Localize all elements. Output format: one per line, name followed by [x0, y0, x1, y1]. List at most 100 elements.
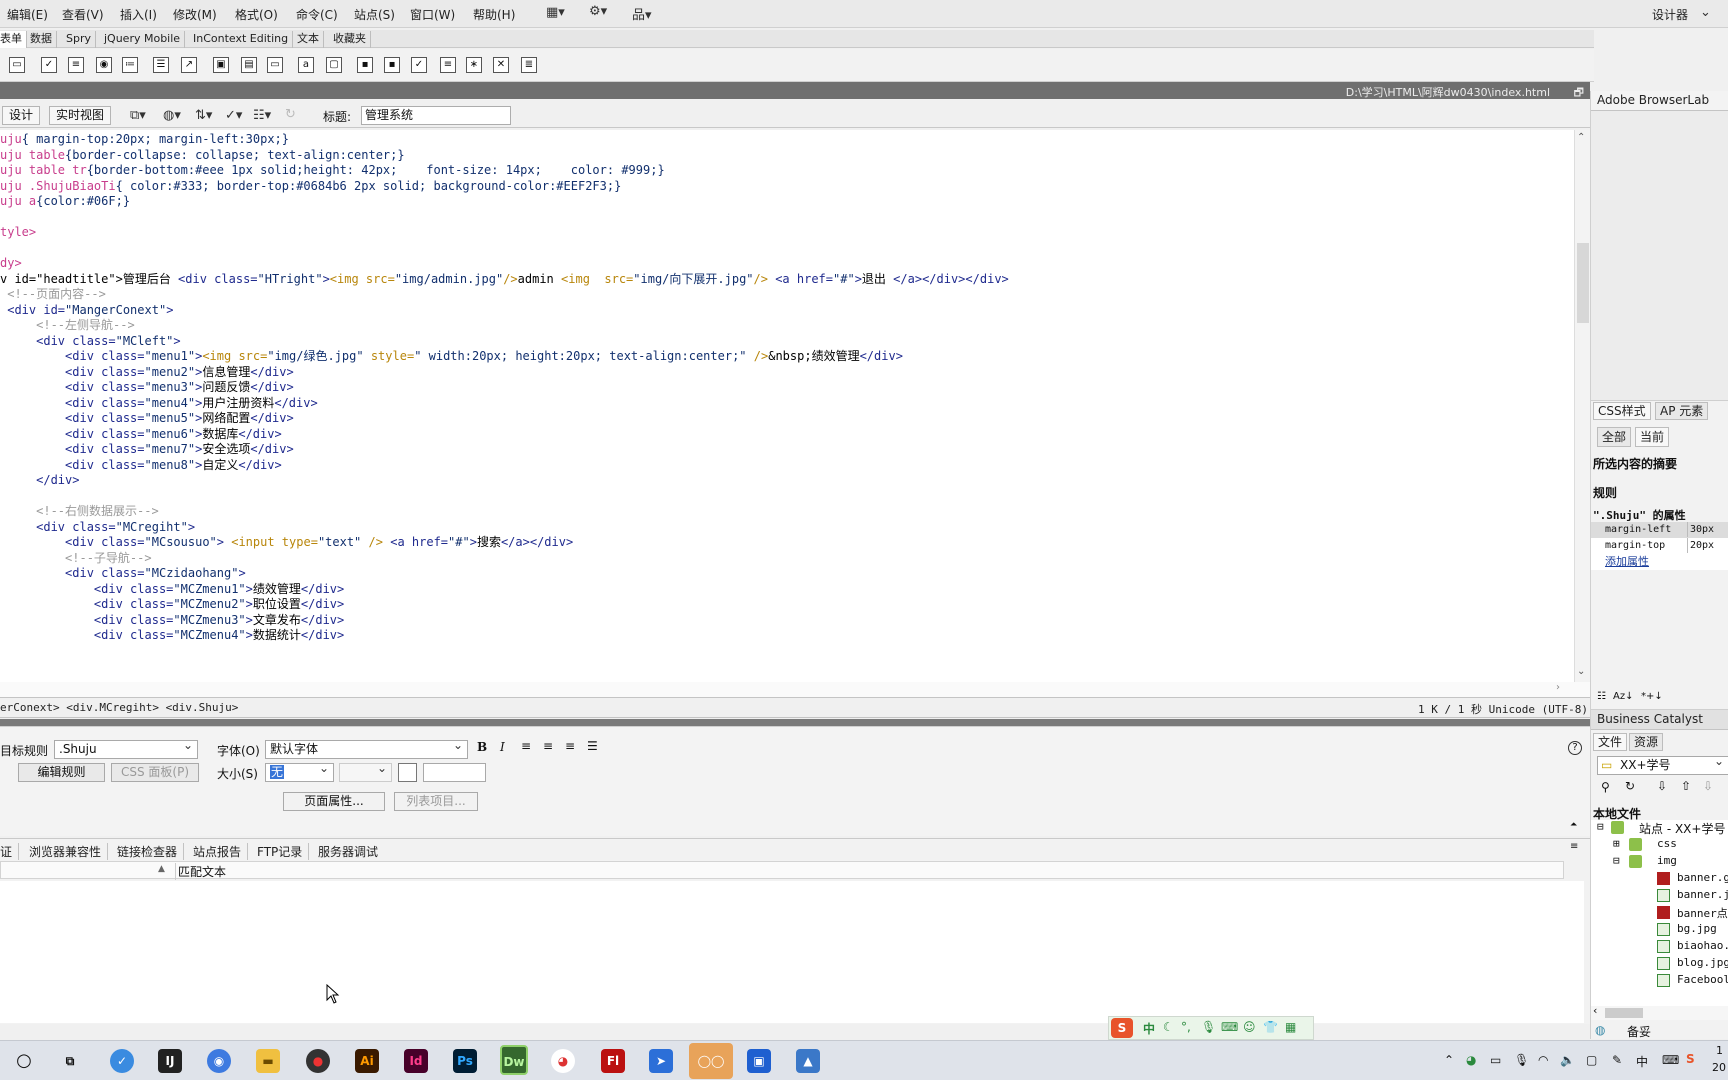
restore-window-icon[interactable]: 🗗	[1574, 84, 1584, 103]
add-property-row[interactable]: 添加属性	[1591, 554, 1728, 570]
tab-assets[interactable]: 资源	[1629, 733, 1664, 751]
tab-css-styles[interactable]: CSS样式	[1593, 402, 1651, 420]
menu-view[interactable]: 查看(V)	[62, 6, 104, 23]
italic-button[interactable]: I	[500, 740, 505, 754]
code-line[interactable]: uju table tr{border-bottom:#eee 1px soli…	[0, 162, 665, 179]
tree-item-file[interactable]: blog.jpg	[1677, 956, 1728, 969]
file-explorer-icon[interactable]: ▬	[256, 1049, 280, 1073]
radio-group-icon[interactable]: ≔	[122, 57, 138, 73]
scroll-right-icon[interactable]: ›	[1556, 682, 1560, 693]
user-icon[interactable]: ☺	[1243, 1020, 1256, 1034]
edit-rule-button[interactable]: 编辑规则	[18, 763, 105, 782]
code-line[interactable]: </div>	[0, 472, 79, 489]
preview-browser-icon[interactable]: ◍▾	[163, 108, 181, 123]
keyboard-icon[interactable]: ⌨	[1221, 1020, 1238, 1034]
design-view-button[interactable]: 设计	[2, 106, 41, 125]
workspace-switcher[interactable]: 设计器	[1652, 6, 1688, 23]
wifi-icon[interactable]: ◠	[1538, 1053, 1548, 1067]
size-select[interactable]: 无	[265, 763, 334, 782]
code-line[interactable]: <div class="menu4">用户注册资料</div>	[0, 395, 318, 412]
panel-options-icon[interactable]: ≡	[1570, 841, 1578, 852]
menu-window[interactable]: 窗口(W)	[410, 6, 455, 23]
menu-edit[interactable]: 编辑(E)	[7, 6, 48, 23]
tab-browser-compat[interactable]: 浏览器兼容性	[29, 843, 109, 860]
maps-icon[interactable]: ◉	[207, 1049, 231, 1073]
code-line[interactable]: <!--左侧导航-->	[0, 317, 135, 334]
app-icon-blue[interactable]: ✓	[110, 1049, 134, 1073]
record-icon[interactable]: ●	[306, 1049, 330, 1073]
files-horizontal-scrollbar[interactable]: ‹	[1591, 1004, 1728, 1020]
bold-button[interactable]: B	[477, 740, 487, 754]
scrollbar-thumb[interactable]	[1577, 243, 1589, 323]
sort-az-icon[interactable]: Az↓	[1613, 691, 1633, 702]
jump-menu-icon[interactable]: ↗	[181, 57, 197, 73]
code-line[interactable]: <div class="MCZmenu4">数据统计</div>	[0, 627, 344, 644]
collapse-icon[interactable]: ⏶	[1570, 820, 1577, 830]
title-input[interactable]: 管理系统	[361, 106, 511, 125]
file-management-icon[interactable]: ⇅▾	[195, 108, 212, 123]
site-icon[interactable]: 品▾	[632, 4, 652, 23]
file-field-icon[interactable]: ▤	[241, 57, 257, 73]
add-property-link[interactable]: 添加属性	[1605, 554, 1649, 569]
code-horizontal-scrollbar[interactable]: ›	[0, 682, 1590, 697]
code-line[interactable]: <div class="MCZmenu1">绩效管理</div>	[0, 581, 344, 598]
font-select[interactable]: 默认字体	[265, 740, 468, 759]
spry-textarea-icon[interactable]: ▪	[384, 57, 400, 73]
form-icon[interactable]: ▭	[9, 57, 25, 73]
put-files-icon[interactable]: ⇧	[1681, 779, 1691, 793]
tab-data[interactable]: 数据	[26, 31, 57, 48]
code-line[interactable]: <div class="menu7">安全选项</div>	[0, 441, 294, 458]
menu-modify[interactable]: 修改(M)	[173, 6, 217, 23]
refresh-icon[interactable]: ↻	[285, 107, 296, 122]
code-line[interactable]: uju a{color:#06F;}	[0, 193, 130, 210]
tab-text[interactable]: 文本	[293, 31, 324, 48]
align-right-icon[interactable]: ≡	[565, 739, 575, 753]
menu-site[interactable]: 站点(S)	[354, 6, 395, 23]
matched-text-header[interactable]: 匹配文本	[175, 863, 226, 880]
grid-icon[interactable]: ▦	[1285, 1020, 1296, 1034]
tray-app-icon[interactable]: ◕	[1466, 1053, 1476, 1067]
layout-icon[interactable]: ▦▾	[546, 5, 565, 20]
spry-confirm-icon[interactable]: ✕	[493, 57, 509, 73]
list-item-button[interactable]: 列表项目...	[394, 792, 478, 811]
button-icon[interactable]: ▭	[267, 57, 283, 73]
checkbox-icon[interactable]: ✓	[41, 57, 57, 73]
tree-item-folder[interactable]: img	[1657, 854, 1677, 867]
menu-help[interactable]: 帮助(H)	[473, 6, 515, 23]
code-line[interactable]: <div class="menu3">问题反馈</div>	[0, 379, 294, 396]
code-line[interactable]: <div class="menu1"><img src="img/绿色.jpg"…	[0, 348, 903, 365]
code-line[interactable]: <div class="MCleft">	[0, 333, 181, 350]
scrollbar-thumb[interactable]	[1605, 1008, 1643, 1018]
multiscreen-icon[interactable]: ⧉▾	[130, 108, 146, 123]
code-line[interactable]: <div class="MCZmenu3">文章发布</div>	[0, 612, 344, 629]
wechat-icon[interactable]: ◯◯	[689, 1043, 733, 1079]
spry-checkbox-icon[interactable]: ✓	[411, 57, 427, 73]
code-view[interactable]: uju{ margin-top:20px; margin-left:30px;}…	[0, 130, 1574, 682]
moon-icon[interactable]: ☾	[1163, 1020, 1174, 1034]
gear-icon[interactable]: ⚙▾	[589, 4, 607, 19]
code-line[interactable]: <!--页面内容-->	[0, 286, 106, 303]
code-line[interactable]: <div class="menu2">信息管理</div>	[0, 364, 294, 381]
target-rule-select[interactable]: .Shuju	[54, 740, 198, 759]
tree-item-site[interactable]: 站点 - XX+学号	[1639, 820, 1725, 837]
scroll-down-icon[interactable]: ⌄	[1577, 666, 1585, 677]
tab-ap-elements[interactable]: AP 元素	[1655, 402, 1709, 420]
microphone-tray-icon[interactable]: 🎙	[1514, 1053, 1529, 1067]
visual-aids-icon[interactable]: ☷▾	[253, 108, 271, 123]
intellij-icon[interactable]: IJ	[158, 1049, 182, 1073]
code-vertical-scrollbar[interactable]: ⌃ ⌄	[1574, 130, 1590, 682]
business-catalyst-header[interactable]: Business Catalyst	[1591, 710, 1728, 730]
sogou-logo-icon[interactable]: S	[1111, 1018, 1133, 1038]
code-line[interactable]: tyle>	[0, 224, 36, 241]
tab-files[interactable]: 文件	[1593, 733, 1628, 751]
checkbox-group-icon[interactable]: ≡	[68, 57, 84, 73]
tab-link-checker[interactable]: 链接检查器	[117, 843, 185, 860]
spry-select-icon[interactable]: ≡	[440, 57, 456, 73]
property-value[interactable]: 20px	[1687, 538, 1714, 553]
tree-toggle[interactable]: ⊞	[1613, 837, 1620, 850]
ime-mode[interactable]: 中	[1143, 1020, 1155, 1037]
tree-item-file[interactable]: bg.jpg	[1677, 922, 1717, 935]
spry-radio-icon[interactable]: ≣	[521, 57, 537, 73]
clock-date[interactable]: 20	[1712, 1061, 1726, 1074]
tree-toggle[interactable]: ⊟	[1613, 854, 1620, 867]
